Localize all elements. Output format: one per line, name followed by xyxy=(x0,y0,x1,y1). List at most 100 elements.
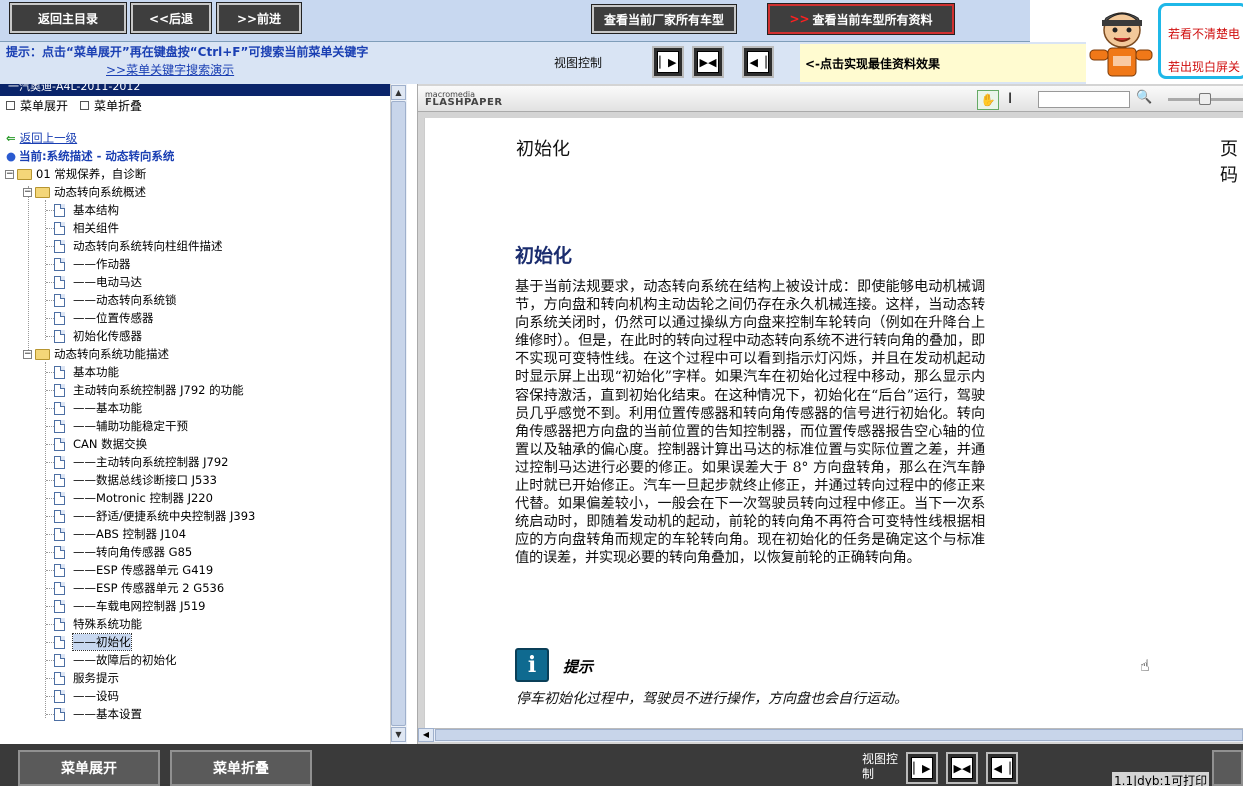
tree-folder-label: 动态转向系统功能描述 xyxy=(54,347,169,361)
best-effect-hint: <-点击实现最佳资料效果 xyxy=(800,44,1086,82)
document-page-icon xyxy=(54,563,65,577)
tree-item[interactable]: ——辅助功能稳定干预 xyxy=(54,418,188,434)
bottom-view-control-label: 视图控制 xyxy=(862,752,899,781)
search-demo-link[interactable]: >>菜单关键字搜索演示 xyxy=(106,61,234,78)
tree-item[interactable]: ——转向角传感器 G85 xyxy=(54,544,192,560)
document-page-icon xyxy=(54,491,65,505)
document-page-icon xyxy=(54,689,65,703)
view-right-panel-button[interactable]: ▏▶ xyxy=(652,46,684,78)
tree-root-label: 01 常规保养，自诊断 xyxy=(36,167,147,181)
tree-item[interactable]: ——ESP 传感器单元 G419 xyxy=(54,562,213,578)
tree-item[interactable]: ——基本功能 xyxy=(54,400,142,416)
home-button[interactable]: 返回主目录 xyxy=(9,2,127,34)
tree-folder-overview[interactable]: − 动态转向系统概述 xyxy=(23,184,146,200)
tree-item[interactable]: CAN 数据交换 xyxy=(54,436,147,452)
view-left-panel-button[interactable]: ◀▕ xyxy=(742,46,774,78)
tree-item[interactable]: ——动态转向系统锁 xyxy=(54,292,177,308)
tree-item-label: ——基本功能 xyxy=(73,401,142,415)
search-icon[interactable]: 🔍 xyxy=(1136,90,1152,105)
tree-item-label: ——电动马达 xyxy=(73,275,142,289)
tree-item[interactable]: 动态转向系统转向柱组件描述 xyxy=(54,238,223,254)
tree-item[interactable]: 初始化传感器 xyxy=(54,328,142,344)
tree-item-label: 动态转向系统转向柱组件描述 xyxy=(73,239,223,253)
factory-models-button[interactable]: 查看当前厂家所有车型 xyxy=(591,4,737,34)
tree-item-label: ——主动转向系统控制器 J792 xyxy=(73,455,229,469)
tree-item[interactable]: ——基本设置 xyxy=(54,706,142,722)
tree-item[interactable]: 基本功能 xyxy=(54,364,119,380)
viewer-search-input[interactable] xyxy=(1038,91,1130,108)
document-page-icon xyxy=(54,311,65,325)
tree-item[interactable]: 特殊系统功能 xyxy=(54,616,142,632)
tree-item[interactable]: 基本结构 xyxy=(54,202,119,218)
tree-item[interactable]: ——故障后的初始化 xyxy=(54,652,177,668)
bottom-view-left-button[interactable]: ◀▕ xyxy=(986,752,1018,784)
folder-open-icon xyxy=(35,186,50,198)
tree-item-label: ——基本设置 xyxy=(73,707,142,721)
tree-item-label: 主动转向系统控制器 J792 的功能 xyxy=(73,383,244,397)
folder-open-icon xyxy=(35,348,50,360)
tree-item[interactable]: ——ESP 传感器单元 2 G536 xyxy=(54,580,224,596)
tree-item-label: ——转向角传感器 G85 xyxy=(73,545,193,559)
tree-item-label: ——ESP 传感器单元 G419 xyxy=(73,563,214,577)
viewer-h-scroll-thumb[interactable] xyxy=(435,729,1243,741)
document-page-icon xyxy=(54,509,65,523)
zoom-slider-knob[interactable] xyxy=(1199,93,1211,105)
bottom-view-split-button[interactable]: ▶◀ xyxy=(946,752,978,784)
flashpaper-logo: macromedia FLASHPAPER xyxy=(425,91,503,108)
model-docs-label: 查看当前车型所有资料 xyxy=(812,12,933,27)
minus-box-icon: − xyxy=(23,348,32,359)
tree-item[interactable]: ——作动器 xyxy=(54,256,131,272)
scroll-down-icon[interactable]: ▼ xyxy=(391,727,406,742)
tree-item[interactable]: ——初始化 xyxy=(54,633,132,651)
tree-folder-label: 动态转向系统概述 xyxy=(54,185,146,199)
tree-item-label: CAN 数据交换 xyxy=(73,437,148,451)
tip-title: 提示 xyxy=(563,658,594,676)
document-page-icon xyxy=(54,293,65,307)
tree-item-label: ——Motronic 控制器 J220 xyxy=(73,491,213,505)
document-page-icon xyxy=(54,653,65,667)
tree-item-label: ——数据总线诊断接口 J533 xyxy=(73,473,217,487)
tree-item-label: ——动态转向系统锁 xyxy=(73,293,177,307)
tree-item[interactable]: ——主动转向系统控制器 J792 xyxy=(54,454,229,470)
document-page-icon xyxy=(54,671,65,685)
minus-box-icon: − xyxy=(23,186,32,197)
tree-item[interactable]: ——舒适/便捷系统中央控制器 J393 xyxy=(54,508,255,524)
tree-item[interactable]: 主动转向系统控制器 J792 的功能 xyxy=(54,382,244,398)
view-split-button[interactable]: ▶◀ xyxy=(692,46,724,78)
back-arrow-icon: ⇐ xyxy=(6,131,16,145)
document-page-icon xyxy=(54,239,65,253)
document-page-icon xyxy=(54,581,65,595)
back-up-link[interactable]: ⇐ 返回上一级 xyxy=(6,130,77,146)
panel-left-icon: ◀▕ xyxy=(747,51,769,73)
tree-item[interactable]: ——车载电网控制器 J519 xyxy=(54,598,206,614)
bottom-right-button[interactable] xyxy=(1212,750,1243,786)
tree-item[interactable]: ——电动马达 xyxy=(54,274,142,290)
forward-button[interactable]: >>前进 xyxy=(216,2,302,34)
document-page-icon xyxy=(54,455,65,469)
notice-line-2: 若出现白屏关 xyxy=(1168,60,1241,74)
tree-scroll-thumb[interactable] xyxy=(391,101,406,726)
scroll-left-icon[interactable]: ◀ xyxy=(418,728,434,742)
model-docs-button[interactable]: >> 查看当前车型所有资料 xyxy=(767,3,955,35)
tree-item[interactable]: ——ABS 控制器 J104 xyxy=(54,526,186,542)
panel-right-icon: ▏▶ xyxy=(657,51,679,73)
bottom-expand-button[interactable]: 菜单展开 xyxy=(18,750,160,786)
scroll-up-icon[interactable]: ▲ xyxy=(391,85,406,100)
bottom-collapse-button[interactable]: 菜单折叠 xyxy=(170,750,312,786)
back-button[interactable]: <<后退 xyxy=(130,2,212,34)
tree-folder-function[interactable]: − 动态转向系统功能描述 xyxy=(23,346,169,362)
tree-root[interactable]: − 01 常规保养，自诊断 xyxy=(5,166,146,182)
tree-item[interactable]: ——Motronic 控制器 J220 xyxy=(54,490,213,506)
document-page-icon xyxy=(54,617,65,631)
tree-collapse-control[interactable]: 菜单折叠 xyxy=(80,97,142,114)
tree-item[interactable]: ——位置传感器 xyxy=(54,310,154,326)
text-select-icon[interactable]: I xyxy=(1008,91,1012,107)
tree-expand-control[interactable]: 菜单展开 xyxy=(6,97,68,114)
tree-item[interactable]: ——数据总线诊断接口 J533 xyxy=(54,472,217,488)
bottom-view-right-button[interactable]: ▏▶ xyxy=(906,752,938,784)
tree-item[interactable]: ——设码 xyxy=(54,688,119,704)
hand-tool-icon[interactable]: ✋ xyxy=(977,90,999,110)
document-page-icon xyxy=(54,329,65,343)
tree-item[interactable]: 服务提示 xyxy=(54,670,119,686)
tree-item[interactable]: 相关组件 xyxy=(54,220,119,236)
